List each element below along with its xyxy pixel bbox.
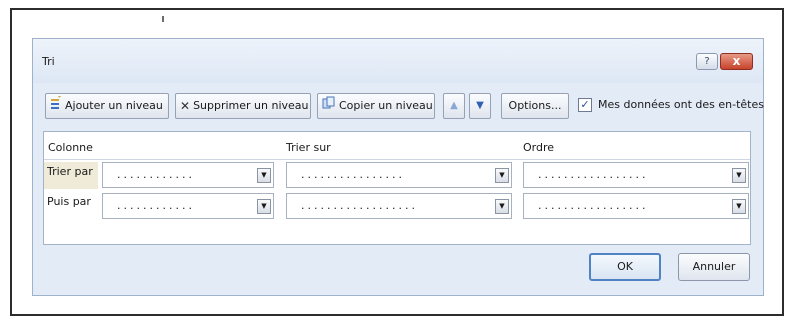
x-icon: ✕: [180, 99, 191, 113]
dialog-title: Tri: [42, 55, 55, 68]
help-icon: ?: [704, 56, 710, 67]
row-label-then-by[interactable]: Puis par: [44, 192, 98, 219]
then-by-column-select[interactable]: ............ ▼: [102, 193, 274, 219]
add-level-label: Ajouter un niveau: [65, 99, 163, 112]
headers-checkbox[interactable]: ✓: [578, 98, 592, 112]
then-by-sort-on-select[interactable]: .................. ▼: [286, 193, 512, 219]
sort-by-sort-on-select[interactable]: ................ ▼: [286, 162, 512, 188]
then-by-order-value: .................: [538, 199, 649, 212]
chevron-down-icon[interactable]: ▼: [257, 168, 271, 183]
add-level-icon: [50, 94, 62, 118]
cancel-button[interactable]: Annuler: [678, 253, 750, 281]
sort-by-column-select[interactable]: ............ ▼: [102, 162, 274, 188]
then-by-sort-on-value: ..................: [301, 199, 418, 212]
dialog-titlebar[interactable]: Tri ? x: [33, 39, 763, 83]
delete-level-label: Supprimer un niveau: [193, 99, 309, 112]
delete-level-button[interactable]: ✕ Supprimer un niveau: [175, 93, 311, 119]
copy-level-button[interactable]: Copier un niveau: [317, 93, 435, 119]
sort-levels-grid: Colonne Trier sur Ordre Trier par ......…: [43, 131, 751, 245]
close-button[interactable]: x: [720, 53, 753, 70]
then-by-order-select[interactable]: ................. ▼: [523, 193, 749, 219]
header-divider: [44, 159, 750, 160]
sort-by-sort-on-value: ................: [301, 168, 405, 181]
copy-level-label: Copier un niveau: [339, 99, 433, 112]
row-label-sort-by[interactable]: Trier par: [44, 162, 98, 189]
frame-tick: [162, 16, 164, 22]
copy-icon: [322, 94, 336, 118]
chevron-down-icon[interactable]: ▼: [732, 199, 746, 214]
then-by-column-value: ............: [117, 199, 195, 212]
chevron-down-icon[interactable]: ▼: [495, 168, 509, 183]
move-up-button[interactable]: ▲: [443, 93, 465, 119]
move-down-icon: ▼: [476, 100, 484, 111]
ok-label: OK: [617, 260, 633, 273]
cancel-label: Annuler: [692, 260, 736, 273]
chevron-down-icon[interactable]: ▼: [495, 199, 509, 214]
move-down-button[interactable]: ▼: [469, 93, 491, 119]
column-header-sort-on: Trier sur: [286, 141, 331, 154]
check-icon: ✓: [580, 98, 590, 111]
options-button[interactable]: Options...: [501, 93, 569, 119]
sort-by-column-value: ............: [117, 168, 195, 181]
options-label: Options...: [508, 99, 562, 112]
help-button[interactable]: ?: [696, 53, 718, 70]
ok-button[interactable]: OK: [589, 253, 661, 281]
add-level-button[interactable]: Ajouter un niveau: [45, 93, 169, 119]
headers-checkbox-label: Mes données ont des en-têtes: [598, 98, 764, 111]
sort-by-order-value: .................: [538, 168, 649, 181]
column-header-order: Ordre: [523, 141, 555, 154]
move-up-icon: ▲: [450, 100, 458, 111]
chevron-down-icon[interactable]: ▼: [257, 199, 271, 214]
sort-by-order-select[interactable]: ................. ▼: [523, 162, 749, 188]
column-header-column: Colonne: [48, 141, 93, 154]
close-icon: x: [732, 54, 741, 68]
chevron-down-icon[interactable]: ▼: [732, 168, 746, 183]
sort-dialog: Tri ? x Ajouter un niveau ✕ Supprimer un …: [32, 38, 764, 296]
